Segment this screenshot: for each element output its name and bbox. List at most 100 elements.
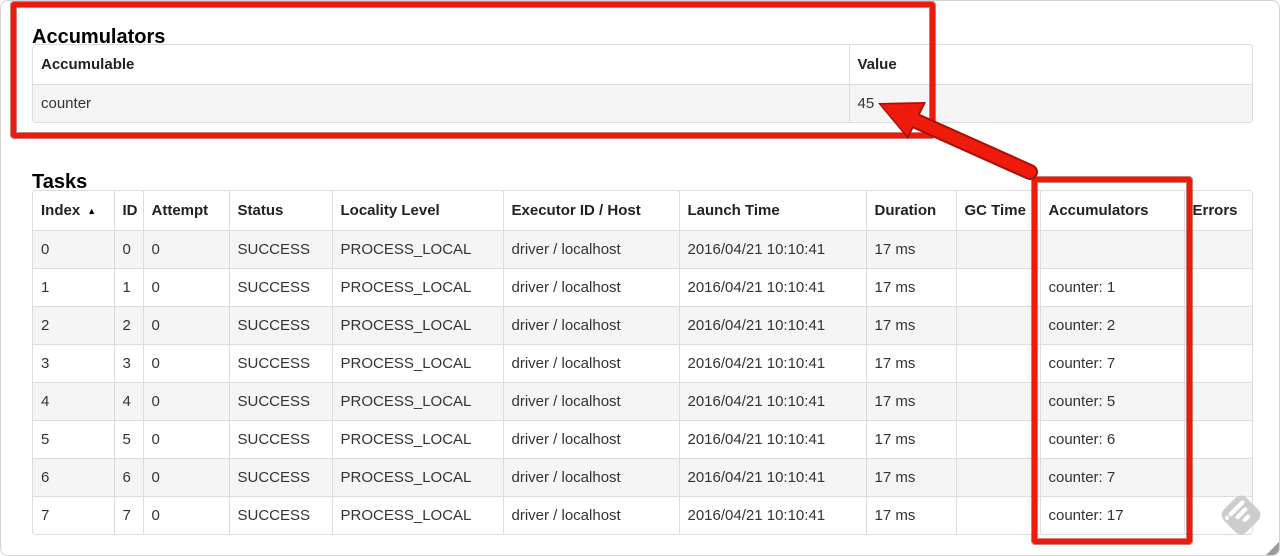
tasks-table: Index ▲ ID Attempt Status Locality Level Execu… — [33, 191, 1252, 534]
sort-ascending-icon: ▲ — [87, 206, 97, 216]
table-cell — [1183, 344, 1252, 383]
table-cell — [1183, 382, 1252, 421]
table-row: 5 5 0 SUCCESS PROCESS_LOCAL driver / localhos… — [33, 420, 1252, 459]
table-cell: PROCESS_LOCAL — [331, 458, 503, 497]
table-cell: counter: 7 — [1039, 458, 1184, 497]
table-cell: driver / localhost — [502, 306, 679, 345]
table-row: 1 1 0 SUCCESS PROCESS_LOCAL driver / localhos… — [33, 268, 1252, 307]
table-cell — [1183, 306, 1252, 345]
table-cell: 0 — [142, 268, 229, 307]
table-cell: 5 — [33, 420, 114, 459]
table-cell: 45 — [848, 84, 1252, 122]
table-cell: PROCESS_LOCAL — [331, 344, 503, 383]
table-cell: 6 — [113, 458, 143, 497]
column-header-executor-id-host[interactable]: Executor ID / Host — [502, 191, 679, 231]
table-cell: 0 — [142, 496, 229, 534]
table-cell: SUCCESS — [228, 306, 332, 345]
table-cell — [1039, 230, 1184, 269]
table-cell — [1183, 420, 1252, 459]
table-header-row: Index ▲ ID Attempt Status Locality Level Execu… — [33, 191, 1252, 231]
table-row: counter 45 — [33, 84, 1252, 122]
table-cell: 0 — [142, 230, 229, 269]
table-cell: 3 — [113, 344, 143, 383]
table-cell — [1183, 458, 1252, 497]
column-header-locality-level[interactable]: Locality Level — [331, 191, 503, 231]
table-cell: driver / localhost — [502, 344, 679, 383]
corner-arrow-fragment — [1266, 542, 1279, 555]
accumulators-table-container: Accumulable Value counter 45 — [32, 44, 1253, 123]
column-header-attempt[interactable]: Attempt — [142, 191, 229, 231]
tasks-table-container: Index ▲ ID Attempt Status Locality Level Execu… — [32, 190, 1253, 535]
table-cell: 2016/04/21 10:10:41 — [678, 496, 866, 534]
table-cell: SUCCESS — [228, 382, 332, 421]
table-cell: SUCCESS — [228, 344, 332, 383]
table-cell: 0 — [113, 230, 143, 269]
table-cell: PROCESS_LOCAL — [331, 496, 503, 534]
table-row: 2 2 0 SUCCESS PROCESS_LOCAL driver / localhos… — [33, 306, 1252, 345]
table-cell: 17 ms — [865, 382, 956, 421]
column-header-label: Executor ID / Host — [511, 202, 641, 219]
table-cell: counter: 2 — [1039, 306, 1184, 345]
table-cell: 2 — [113, 306, 143, 345]
table-cell — [955, 496, 1040, 534]
table-header-row: Accumulable Value — [33, 45, 1252, 85]
table-cell: 5 — [113, 420, 143, 459]
column-header-id[interactable]: ID — [113, 191, 143, 231]
table-cell: 1 — [33, 268, 114, 307]
table-cell: 0 — [142, 382, 229, 421]
table-cell: SUCCESS — [228, 420, 332, 459]
table-cell: counter: 5 — [1039, 382, 1184, 421]
table-cell: 17 ms — [865, 458, 956, 497]
table-cell: 2016/04/21 10:10:41 — [678, 420, 866, 459]
table-cell: driver / localhost — [502, 458, 679, 497]
table-cell: counter: 6 — [1039, 420, 1184, 459]
column-header-errors[interactable]: Errors — [1183, 191, 1252, 231]
table-cell: 2016/04/21 10:10:41 — [678, 344, 866, 383]
column-header-duration[interactable]: Duration — [865, 191, 956, 231]
table-cell: SUCCESS — [228, 458, 332, 497]
table-cell: 7 — [33, 496, 114, 534]
table-cell: 7 — [113, 496, 143, 534]
table-cell: driver / localhost — [502, 382, 679, 421]
table-row: 3 3 0 SUCCESS PROCESS_LOCAL driver / localhos… — [33, 344, 1252, 383]
table-cell: 0 — [33, 230, 114, 269]
column-header-index[interactable]: Index ▲ — [33, 191, 114, 231]
column-header-gc-time[interactable]: GC Time — [955, 191, 1040, 231]
table-cell: 3 — [33, 344, 114, 383]
table-cell — [955, 344, 1040, 383]
table-cell: 4 — [113, 382, 143, 421]
column-header-status[interactable]: Status — [228, 191, 332, 231]
column-header-label: Index — [41, 202, 81, 219]
column-header-label: Duration — [874, 202, 937, 219]
table-cell: 1 — [113, 268, 143, 307]
column-header-label: Errors — [1192, 202, 1238, 219]
table-cell: 2016/04/21 10:10:41 — [678, 458, 866, 497]
table-cell: 0 — [142, 458, 229, 497]
table-cell: 17 ms — [865, 496, 956, 534]
spark-ui-stage-page: Accumulators Accumulable Value counter 45 T… — [0, 0, 1280, 556]
table-cell: driver / localhost — [502, 420, 679, 459]
table-row: 0 0 0 SUCCESS PROCESS_LOCAL driver / localhos… — [33, 230, 1252, 269]
column-header-value[interactable]: Value — [848, 45, 1252, 85]
table-row: 7 7 0 SUCCESS PROCESS_LOCAL driver / localhos… — [33, 496, 1252, 534]
table-cell: 0 — [142, 306, 229, 345]
table-cell: 17 ms — [865, 344, 956, 383]
table-cell: driver / localhost — [502, 268, 679, 307]
column-header-label: Accumulable — [41, 56, 135, 73]
table-cell: counter: 17 — [1039, 496, 1184, 534]
table-cell: driver / localhost — [502, 496, 679, 534]
column-header-accumulators[interactable]: Accumulators — [1039, 191, 1184, 231]
table-cell: PROCESS_LOCAL — [331, 420, 503, 459]
column-header-label: GC Time — [964, 202, 1026, 219]
table-cell: 4 — [33, 382, 114, 421]
column-header-label: Accumulators — [1048, 202, 1149, 219]
column-header-accumulable[interactable]: Accumulable — [33, 45, 849, 85]
column-header-launch-time[interactable]: Launch Time — [678, 191, 866, 231]
table-cell: 17 ms — [865, 230, 956, 269]
table-cell: driver / localhost — [502, 230, 679, 269]
column-header-label: Status — [237, 202, 284, 219]
table-cell — [1183, 230, 1252, 269]
table-cell — [955, 306, 1040, 345]
column-header-label: Launch Time — [687, 202, 780, 219]
table-row: 6 6 0 SUCCESS PROCESS_LOCAL driver / localhos… — [33, 458, 1252, 497]
